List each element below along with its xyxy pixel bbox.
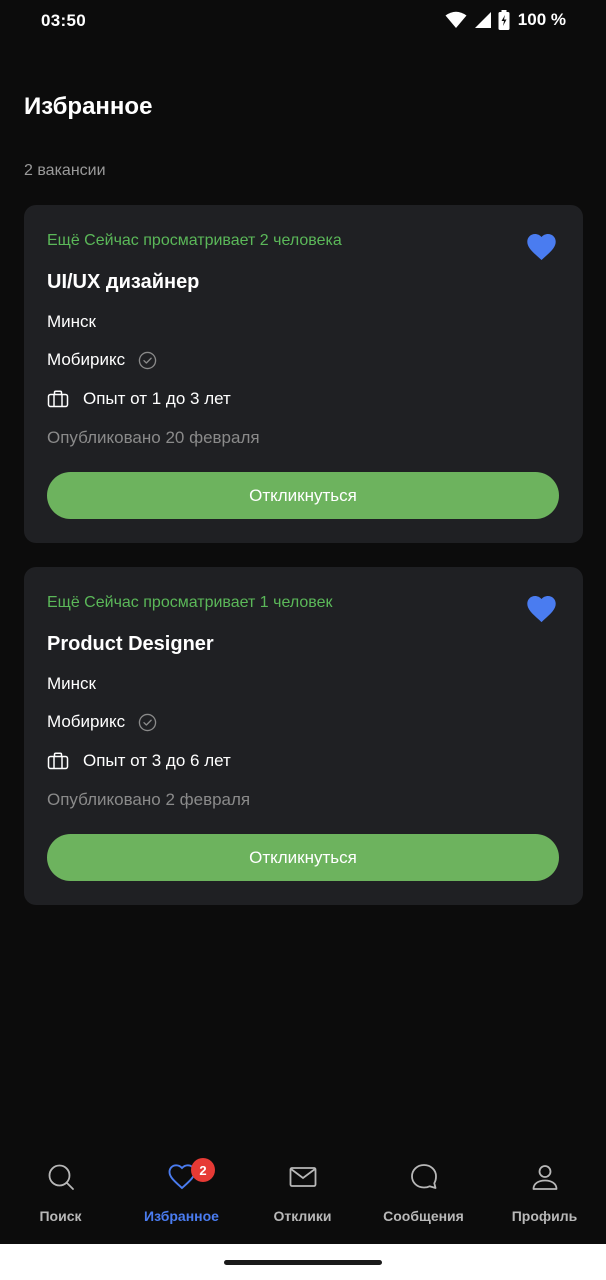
battery-icon <box>498 10 510 30</box>
nav-label: Избранное <box>144 1208 219 1224</box>
bottom-navigation: Поиск 2 Избранное Отклики Сообщения Проф… <box>0 1142 606 1244</box>
briefcase-icon <box>47 390 69 408</box>
viewers-text: Ещё Сейчас просматривает 1 человек <box>47 594 333 611</box>
vacancy-card[interactable]: Ещё Сейчас просматривает 2 человека UI/U… <box>24 205 583 543</box>
person-icon <box>532 1165 557 1190</box>
search-icon <box>48 1164 74 1190</box>
vacancy-experience: Опыт от 1 до 3 лет <box>47 389 231 409</box>
nav-item-responses[interactable]: Отклики <box>242 1142 363 1244</box>
verified-check-icon <box>138 351 157 369</box>
vacancy-title[interactable]: UI/UX дизайнер <box>47 271 199 294</box>
nav-label: Поиск <box>39 1208 82 1224</box>
signal-icon <box>474 12 491 28</box>
published-date: Опубликовано 20 февраля <box>47 428 260 447</box>
battery-percent: 100 % <box>517 10 566 29</box>
nav-item-favorites[interactable]: 2 Избранное <box>121 1142 242 1244</box>
home-indicator[interactable] <box>224 1260 382 1265</box>
favorite-heart-icon[interactable] <box>526 232 557 261</box>
system-gesture-bar <box>0 1244 606 1280</box>
vacancy-title[interactable]: Product Designer <box>47 633 214 656</box>
company-name: Мобирикс <box>47 712 126 731</box>
vacancy-city: Минск <box>47 312 96 331</box>
favorites-badge: 2 <box>191 1158 215 1182</box>
nav-item-profile[interactable]: Профиль <box>484 1142 605 1244</box>
vacancy-count: 2 вакансии <box>24 162 106 179</box>
mail-icon <box>289 1167 316 1187</box>
nav-item-search[interactable]: Поиск <box>0 1142 121 1244</box>
vacancy-card[interactable]: Ещё Сейчас просматривает 1 человек Produ… <box>24 567 583 905</box>
briefcase-icon <box>47 752 69 770</box>
status-time: 03:50 <box>41 11 86 30</box>
vacancy-company[interactable]: Мобирикс <box>47 712 157 732</box>
company-name: Мобирикс <box>47 350 126 369</box>
nav-label: Сообщения <box>383 1208 464 1224</box>
chat-icon <box>410 1164 437 1189</box>
apply-button[interactable]: Откликнуться <box>47 472 559 519</box>
status-bar: 03:50 100 % <box>0 0 606 44</box>
nav-item-messages[interactable]: Сообщения <box>363 1142 484 1244</box>
vacancy-experience: Опыт от 3 до 6 лет <box>47 751 231 771</box>
apply-button[interactable]: Откликнуться <box>47 834 559 881</box>
viewers-text: Ещё Сейчас просматривает 2 человека <box>47 232 342 249</box>
vacancy-company[interactable]: Мобирикс <box>47 350 157 370</box>
status-icons: 100 % <box>445 10 566 30</box>
experience-text: Опыт от 1 до 3 лет <box>83 389 231 408</box>
page-title: Избранное <box>24 93 153 120</box>
favorite-heart-icon[interactable] <box>526 594 557 623</box>
published-date: Опубликовано 2 февраля <box>47 790 251 809</box>
vacancy-city: Минск <box>47 674 96 693</box>
verified-check-icon <box>138 713 157 731</box>
nav-label: Профиль <box>511 1208 578 1224</box>
nav-label: Отклики <box>273 1208 332 1224</box>
wifi-icon <box>445 11 467 28</box>
experience-text: Опыт от 3 до 6 лет <box>83 751 231 770</box>
